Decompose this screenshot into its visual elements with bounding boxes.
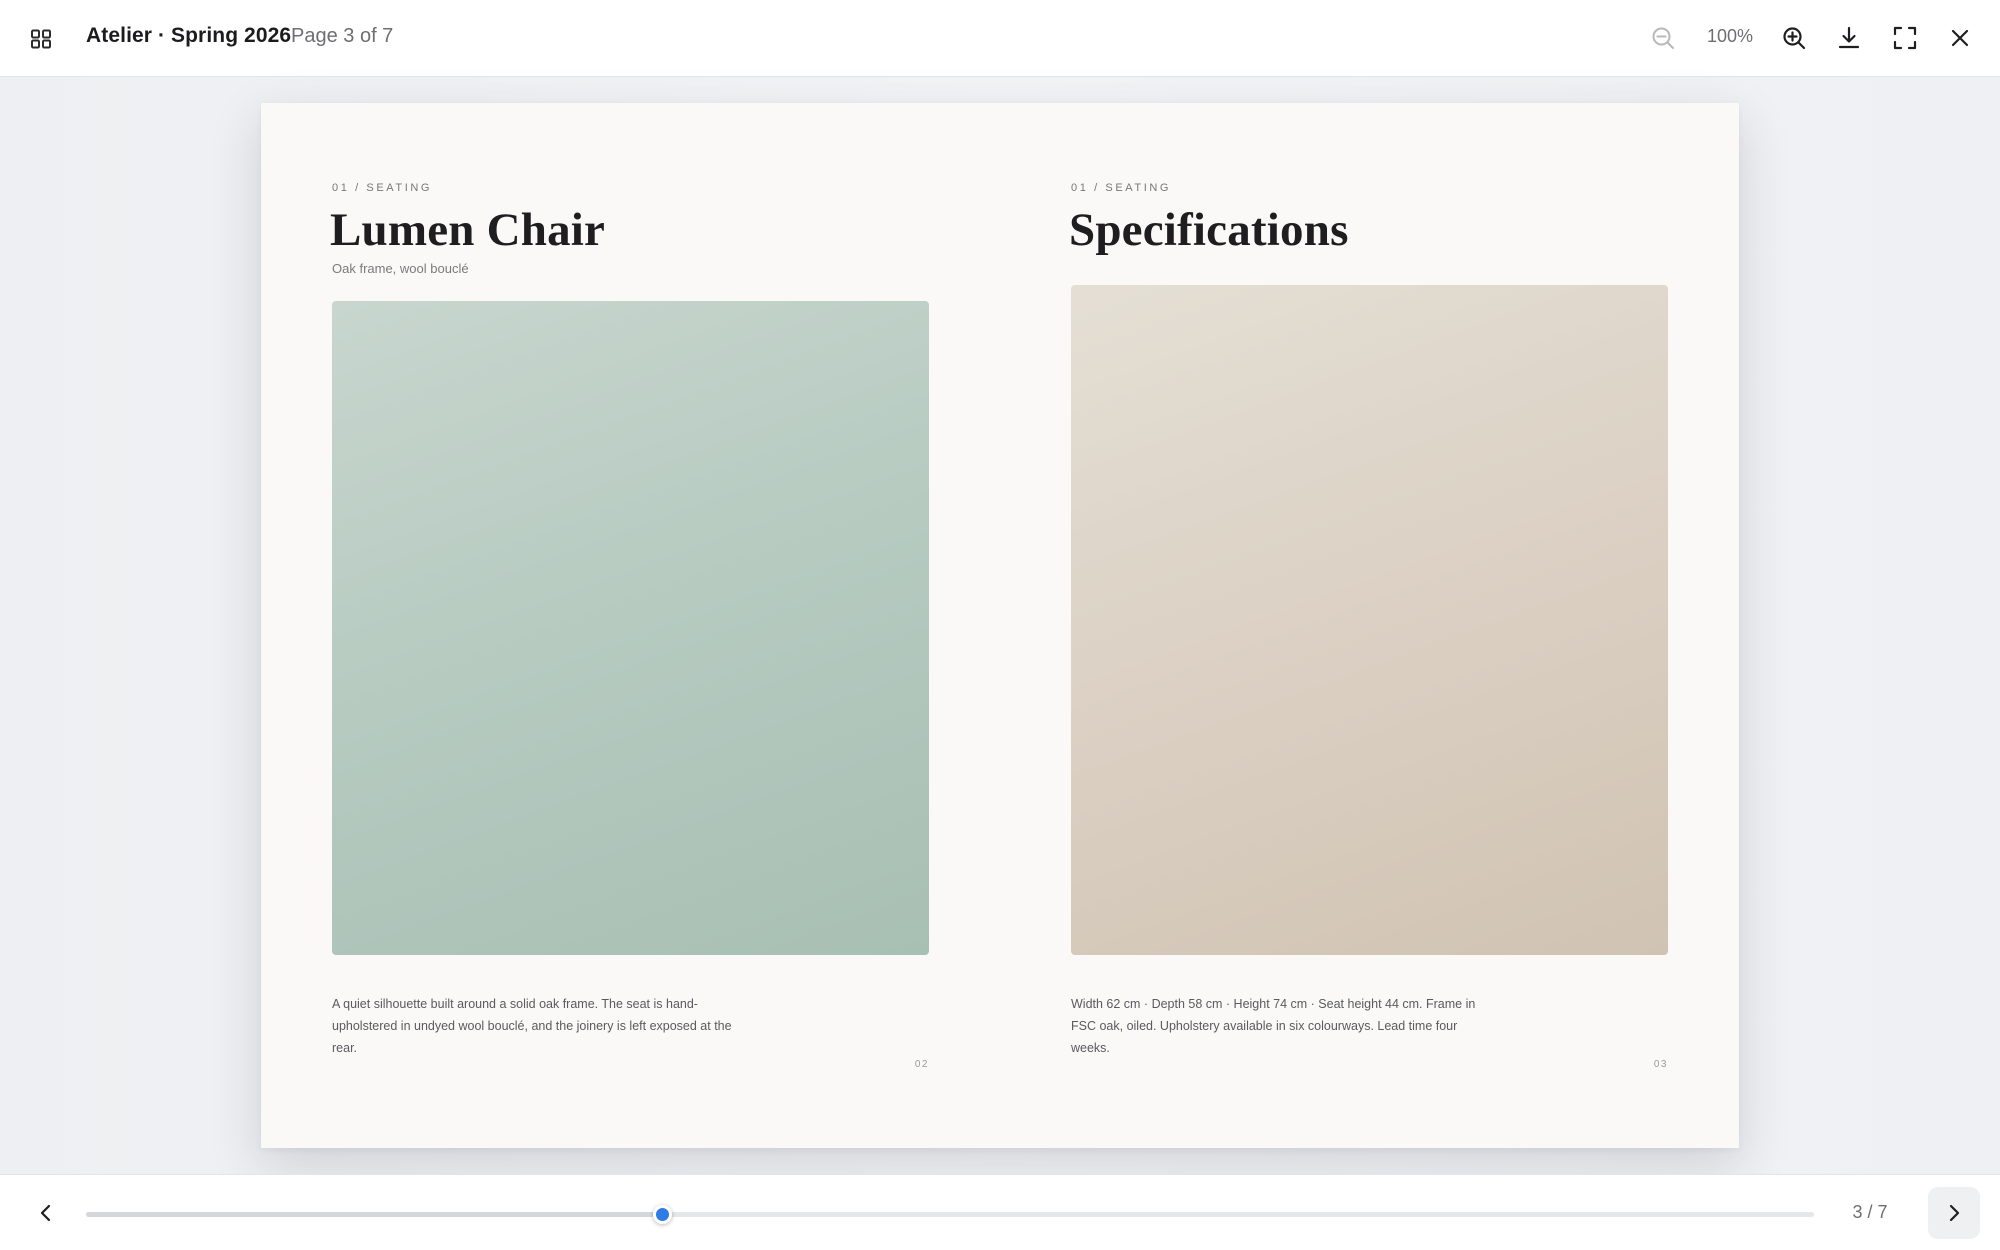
product-image	[332, 301, 929, 955]
document-title: Atelier · Spring 2026	[86, 24, 292, 47]
page-counter: 3 / 7	[1852, 1202, 1888, 1222]
zoom-in-button[interactable]	[1772, 16, 1816, 60]
grid-view-icon	[31, 29, 51, 49]
page-spread: 01 / SEATING Lumen Chair Oak frame, wool…	[261, 103, 1739, 1148]
product-title: Lumen Chair	[330, 204, 606, 256]
close-icon	[1951, 29, 1969, 47]
viewer-toolbar: Atelier · Spring 2026 Page 3 of 7 100%	[0, 0, 2000, 77]
product-description: A quiet silhouette built around a solid …	[332, 997, 732, 1055]
page-navigation-bar: 3 / 7	[0, 1174, 2000, 1250]
previous-page-button[interactable]	[24, 1191, 68, 1235]
page-indicator: Page 3 of 7	[291, 25, 394, 47]
specifications-image	[1071, 285, 1668, 955]
fullscreen-icon	[1893, 26, 1917, 50]
left-page: 01 / SEATING Lumen Chair Oak frame, wool…	[261, 103, 1000, 1148]
section-kicker: 01 / SEATING	[1071, 182, 1172, 194]
page-scrubber-progress	[86, 1212, 662, 1217]
fullscreen-button[interactable]	[1883, 16, 1927, 60]
viewer-stage: 01 / SEATING Lumen Chair Oak frame, wool…	[0, 78, 2000, 1174]
product-subtitle: Oak frame, wool bouclé	[332, 261, 469, 276]
close-button[interactable]	[1938, 16, 1982, 60]
page-scrubber-thumb[interactable]	[652, 1205, 672, 1224]
grid-view-button[interactable]	[19, 17, 63, 61]
section-kicker: 01 / SEATING	[332, 182, 433, 194]
page-folio: 03	[1653, 1059, 1668, 1070]
download-icon	[1838, 26, 1860, 49]
zoom-level: 100%	[1706, 26, 1754, 46]
specifications-text: Width 62 cm · Depth 58 cm · Height 74 cm…	[1071, 997, 1476, 1055]
download-button[interactable]	[1827, 16, 1871, 60]
right-page: 01 / SEATING Specifications Width 62 cm …	[1000, 103, 1739, 1148]
page-folio: 02	[914, 1059, 929, 1070]
chevron-left-icon	[40, 1204, 51, 1222]
next-page-button[interactable]	[1928, 1187, 1980, 1239]
zoom-out-button[interactable]	[1641, 16, 1685, 60]
zoom-out-icon	[1652, 27, 1674, 49]
zoom-in-icon	[1783, 27, 1806, 50]
chevron-right-icon	[1949, 1204, 1960, 1222]
page-scrubber[interactable]	[86, 1205, 1814, 1224]
specifications-title: Specifications	[1069, 204, 1349, 256]
